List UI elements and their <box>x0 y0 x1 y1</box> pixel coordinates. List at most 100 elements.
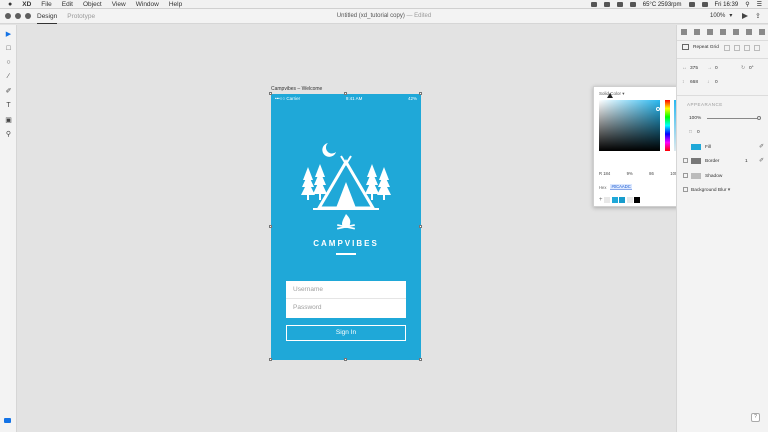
color-value-2[interactable]: 9% <box>627 171 633 176</box>
align-left-icon[interactable] <box>681 29 687 35</box>
eyedropper-icon[interactable]: ✐ <box>759 157 764 164</box>
brand-name: CAMPVIBES <box>313 239 379 248</box>
battery-icon[interactable] <box>701 2 708 7</box>
menu-edit[interactable]: Edit <box>62 1 73 8</box>
height-field[interactable]: ↕ 668 <box>682 80 698 85</box>
saturation-brightness-field[interactable] <box>599 100 660 151</box>
status-cloud-icon[interactable] <box>616 2 623 7</box>
align-bottom-icon[interactable] <box>746 29 752 35</box>
artboard-tool-icon[interactable]: ▣ <box>4 115 13 124</box>
mode-tabs: Design Prototype <box>37 9 95 24</box>
y-field[interactable]: ↓ 0 <box>707 80 718 85</box>
hex-row: Hex #0CAADC <box>599 184 632 190</box>
resize-handle[interactable] <box>269 225 272 228</box>
resize-handle[interactable] <box>419 92 422 95</box>
border-width-field[interactable]: 1 <box>745 159 748 164</box>
distribute-icon[interactable] <box>759 29 765 35</box>
spotlight-search-icon[interactable]: ⚲ <box>745 1 749 8</box>
repeat-grid-button[interactable]: Repeat Grid <box>682 44 719 50</box>
ellipse-tool-icon[interactable]: ○ <box>4 58 13 67</box>
swatch[interactable] <box>611 197 618 203</box>
align-middle-icon[interactable] <box>733 29 739 35</box>
fill-color-swatch[interactable] <box>691 144 701 150</box>
menu-object[interactable]: Object <box>83 1 102 8</box>
align-top-icon[interactable] <box>720 29 726 35</box>
shadow-checkbox[interactable] <box>683 173 688 178</box>
temperature-readout[interactable]: 65°C 2593rpm <box>643 2 682 8</box>
color-value-1[interactable]: R 184 <box>599 171 610 176</box>
swatch[interactable] <box>634 197 641 203</box>
sign-in-button[interactable]: Sign In <box>286 325 406 341</box>
corner-radius-field[interactable]: □ 0 <box>689 130 700 135</box>
eyedropper-icon[interactable]: ✐ <box>759 143 764 150</box>
color-picker-handle[interactable] <box>656 107 660 111</box>
border-checkbox[interactable] <box>683 158 688 163</box>
tab-prototype[interactable]: Prototype <box>67 9 95 24</box>
x-field[interactable]: → 0 <box>707 66 718 71</box>
menu-help[interactable]: Help <box>169 1 182 8</box>
pine-tree-icon <box>365 164 391 200</box>
tab-design[interactable]: Design <box>37 9 58 24</box>
text-tool-icon[interactable]: T <box>4 101 13 110</box>
help-icon[interactable]: ? <box>751 413 760 422</box>
share-icon[interactable]: ⇪ <box>755 12 761 20</box>
apple-icon[interactable]: ● <box>8 1 12 8</box>
boolean-intersect-icon[interactable] <box>744 45 750 51</box>
rotation-field[interactable]: ↻ 0° <box>741 66 754 71</box>
password-field[interactable]: Password <box>286 299 406 317</box>
status-sync-icon[interactable] <box>603 2 610 7</box>
clock[interactable]: Fri 16:39 <box>715 2 739 8</box>
feedback-icon[interactable] <box>4 418 11 423</box>
resize-handle[interactable] <box>269 358 272 361</box>
resize-handle[interactable] <box>419 358 422 361</box>
resize-handle[interactable] <box>269 92 272 95</box>
boolean-subtract-icon[interactable] <box>734 45 740 51</box>
shadow-color-swatch[interactable] <box>691 173 701 179</box>
hex-input[interactable]: #0CAADC <box>610 184 632 190</box>
resize-handle[interactable] <box>419 225 422 228</box>
select-tool-icon[interactable]: ▶ <box>4 29 13 38</box>
opacity-slider[interactable] <box>707 118 759 119</box>
background-blur-dropdown[interactable]: Background Blur ▾ <box>691 188 730 193</box>
rectangle-tool-icon[interactable]: □ <box>4 44 13 53</box>
hue-slider[interactable] <box>665 100 670 151</box>
line-tool-icon[interactable]: ∕ <box>4 72 13 81</box>
ios-status-bar: •••○○ Carrier 9:41 AM 42% <box>271 94 421 103</box>
zoom-tool-icon[interactable]: ⚲ <box>4 129 13 138</box>
zoom-control[interactable]: 100% ▾ <box>710 9 732 24</box>
boolean-add-icon[interactable] <box>724 45 730 51</box>
add-swatch-icon[interactable]: + <box>599 197 603 203</box>
artboard-campvibes-welcome[interactable]: •••○○ Carrier 9:41 AM 42% CAMPVIBES User… <box>269 92 422 361</box>
swatch[interactable] <box>604 197 611 203</box>
color-swatches: + <box>599 197 641 203</box>
swatch[interactable] <box>626 197 633 203</box>
opacity-field[interactable]: 100% <box>689 116 701 121</box>
align-right-icon[interactable] <box>707 29 713 35</box>
username-field[interactable]: Username <box>286 281 406 299</box>
color-value-3[interactable]: 86 <box>649 171 654 176</box>
notification-center-icon[interactable]: ☰ <box>757 1 762 8</box>
border-color-swatch[interactable] <box>691 158 701 164</box>
tools-toolbar: ▶ □ ○ ∕ ✐ T ▣ ⚲ <box>0 25 17 432</box>
document-title: Untitled (xd_tutorial copy) — Edited <box>0 9 768 24</box>
align-center-icon[interactable] <box>694 29 700 35</box>
status-dropbox-icon[interactable] <box>629 2 636 7</box>
opacity-slider-handle[interactable] <box>757 116 761 120</box>
play-preview-icon[interactable] <box>742 13 748 19</box>
swatch[interactable] <box>619 197 626 203</box>
resize-handle[interactable] <box>344 358 347 361</box>
width-field[interactable]: ↔ 375 <box>682 66 698 71</box>
boolean-exclude-icon[interactable] <box>754 45 760 51</box>
status-app-icon[interactable] <box>590 2 597 7</box>
artboard-label[interactable]: Campvibes – Welcome <box>271 86 322 92</box>
menu-file[interactable]: File <box>41 1 51 8</box>
app-menu-xd[interactable]: XD <box>22 1 31 8</box>
menu-window[interactable]: Window <box>136 1 159 8</box>
wifi-icon[interactable] <box>688 2 695 7</box>
resize-handle[interactable] <box>344 92 347 95</box>
moon-icon <box>322 143 336 157</box>
menu-view[interactable]: View <box>112 1 126 8</box>
menu-bar: ● XD File Edit Object View Window Help 6… <box>0 0 768 9</box>
background-blur-checkbox[interactable] <box>683 187 688 192</box>
pen-tool-icon[interactable]: ✐ <box>4 86 13 95</box>
